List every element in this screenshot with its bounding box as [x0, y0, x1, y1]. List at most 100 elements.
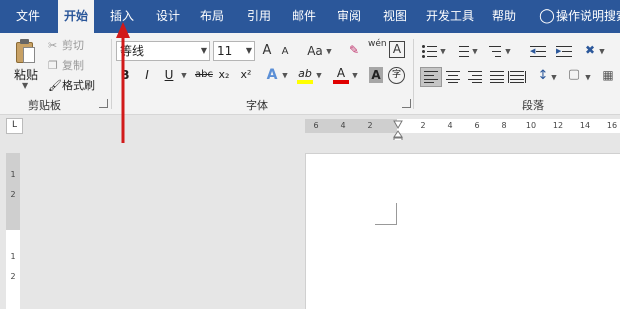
shading-icon[interactable]: ▢ [566, 67, 582, 83]
text-effects-button[interactable]: A [265, 67, 279, 83]
text-boundary-corner [396, 203, 397, 225]
character-shading-button[interactable]: A [369, 67, 383, 83]
font-name-combo[interactable]: 等线 ▼ [116, 41, 210, 61]
ribbon-tab-bar: 文件 开始 插入 设计 布局 引用 邮件 审阅 视图 开发工具 帮助 ◯操作说明… [0, 0, 620, 33]
tab-file[interactable]: 文件 [12, 0, 44, 33]
vertical-ruler-number: 2 [10, 190, 16, 199]
vertical-ruler-text-area [6, 230, 20, 309]
cut-label: 剪切 [62, 39, 84, 52]
copy-label: 复制 [62, 59, 84, 72]
tab-home[interactable]: 开始 [58, 0, 95, 33]
shrink-font-button[interactable]: A [279, 44, 291, 60]
scissors-icon: ✂ [48, 39, 58, 52]
font-size-combo[interactable]: 11 ▼ [213, 41, 255, 61]
chinese-layout-icon[interactable]: ✖ [583, 42, 597, 58]
chevron-down-icon[interactable]: ▼ [315, 67, 323, 84]
phonetic-guide-button[interactable]: wén [368, 39, 387, 49]
vertical-ruler-number: 1 [10, 170, 16, 179]
paste-icon[interactable] [14, 39, 36, 65]
tab-review[interactable]: 审阅 [333, 0, 365, 33]
font-group-label: 字体 [246, 99, 268, 112]
ruler-number: 8 [501, 121, 507, 130]
ruler-number: 16 [606, 121, 618, 130]
decrease-indent-icon[interactable]: ◀ [530, 44, 546, 58]
chevron-down-icon[interactable]: ▼ [439, 43, 447, 60]
bullets-icon[interactable] [422, 44, 438, 58]
font-name-value: 等线 [120, 44, 145, 58]
tab-developer[interactable]: 开发工具 [422, 0, 478, 33]
chevron-down-icon[interactable]: ▼ [550, 69, 558, 86]
superscript-button[interactable]: x² [238, 67, 254, 83]
indent-marker-icon[interactable] [393, 116, 403, 140]
brush-icon: 🖌 [48, 79, 62, 92]
ribbon: 粘贴 ▼ ✂ 剪切 ❐ 复制 🖌格式刷 剪贴板 等线 ▼ 11 ▼ A A Aa ▼… [0, 33, 620, 115]
chevron-down-icon[interactable]: ▼ [471, 43, 479, 60]
vertical-ruler-number: 2 [10, 272, 16, 281]
tab-mailings[interactable]: 邮件 [288, 0, 320, 33]
italic-button[interactable]: I [141, 67, 153, 83]
vertical-ruler-number: 1 [10, 252, 16, 261]
strikethrough-button[interactable]: abc [194, 67, 214, 83]
chevron-down-icon[interactable]: ▼ [504, 43, 512, 60]
document-page[interactable] [305, 153, 620, 309]
line-spacing-icon[interactable]: ↕ [536, 68, 550, 84]
multilevel-list-icon[interactable] [487, 44, 503, 58]
align-right-icon[interactable] [468, 71, 482, 83]
chevron-down-icon[interactable]: ▼ [180, 67, 188, 84]
font-color-button[interactable]: A [333, 67, 349, 84]
font-launcher-icon[interactable] [402, 99, 411, 108]
tab-view[interactable]: 视图 [379, 0, 411, 33]
highlight-button[interactable]: ab [297, 67, 313, 84]
subscript-button[interactable]: x₂ [216, 67, 232, 83]
text-boundary-corner [375, 224, 397, 225]
increase-indent-icon[interactable]: ▶ [556, 44, 572, 58]
underline-button[interactable]: U [163, 67, 175, 83]
lightbulb-icon: ◯ [539, 8, 555, 24]
grow-font-button[interactable]: A [260, 43, 274, 59]
justify-icon[interactable] [490, 71, 504, 83]
group-divider [413, 39, 414, 109]
format-painter-button[interactable]: 🖌格式刷 [48, 77, 95, 93]
character-border-button[interactable]: A [389, 41, 405, 58]
chevron-down-icon[interactable]: ▼ [22, 81, 28, 90]
ruler-number: 12 [552, 121, 564, 130]
clear-formatting-icon[interactable]: ✎ [346, 42, 362, 58]
cut-button[interactable]: ✂ 剪切 [48, 37, 84, 53]
ruler-number: 4 [340, 121, 346, 130]
tab-insert[interactable]: 插入 [106, 0, 138, 33]
numbering-icon[interactable] [454, 44, 470, 58]
format-painter-label: 格式刷 [62, 79, 95, 92]
tell-me-search[interactable]: ◯操作说明搜索 [538, 0, 620, 33]
tab-design[interactable]: 设计 [152, 0, 184, 33]
distributed-icon[interactable] [508, 71, 526, 83]
tab-layout[interactable]: 布局 [196, 0, 228, 33]
ruler-number: 14 [579, 121, 591, 130]
enclose-characters-button[interactable]: 字 [388, 67, 405, 84]
chevron-down-icon[interactable]: ▼ [246, 42, 252, 60]
chevron-down-icon[interactable]: ▼ [351, 67, 359, 84]
chevron-down-icon[interactable]: ▼ [281, 67, 289, 84]
tab-help[interactable]: 帮助 [488, 0, 520, 33]
clipboard-launcher-icon[interactable] [99, 99, 108, 108]
chevron-down-icon[interactable]: ▼ [201, 42, 207, 60]
chevron-down-icon[interactable]: ▼ [325, 43, 333, 60]
bold-button[interactable]: B [119, 67, 131, 83]
tab-references[interactable]: 引用 [243, 0, 275, 33]
chevron-down-icon[interactable]: ▼ [584, 69, 592, 86]
tell-me-label: 操作说明搜索 [556, 9, 620, 23]
tab-selector-button[interactable]: L [6, 118, 23, 134]
copy-button[interactable]: ❐ 复制 [48, 57, 84, 73]
change-case-button[interactable]: Aa [306, 43, 324, 59]
ruler-number: 2 [367, 121, 373, 130]
clipboard-group-label: 剪贴板 [28, 99, 61, 112]
font-size-value: 11 [217, 44, 233, 58]
chevron-down-icon[interactable]: ▼ [598, 43, 606, 60]
copy-icon: ❐ [48, 59, 58, 72]
align-left-icon[interactable] [424, 71, 438, 83]
ruler-number: 6 [474, 121, 480, 130]
borders-icon[interactable]: ▦ [600, 67, 616, 83]
align-center-icon[interactable] [446, 71, 460, 83]
ruler-number: 2 [420, 121, 426, 130]
ruler-number: 6 [313, 121, 319, 130]
paragraph-group-label: 段落 [522, 99, 544, 112]
